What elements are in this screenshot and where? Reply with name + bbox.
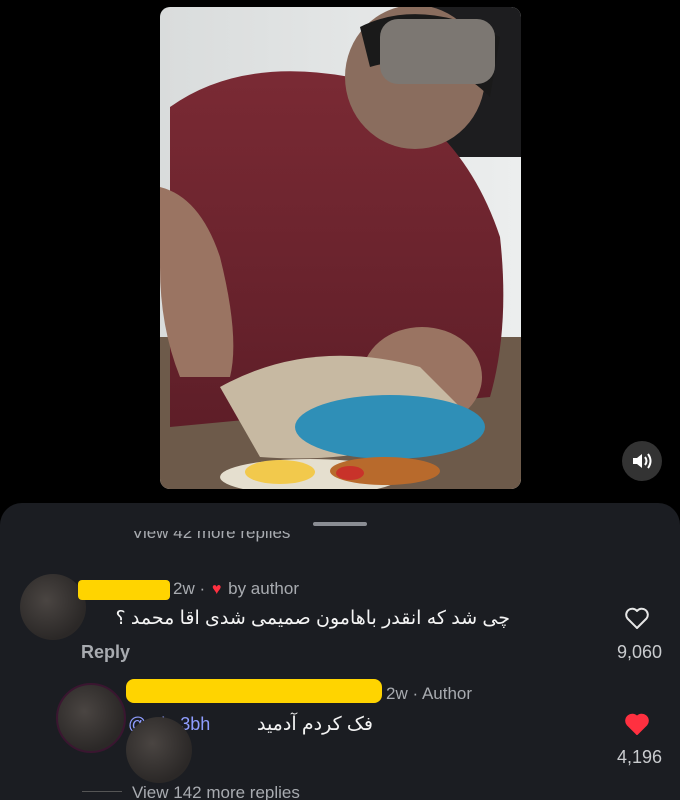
reply-text: فک کردم آدمید	[256, 714, 373, 735]
video-player[interactable]	[160, 7, 521, 489]
author-badge: Author	[421, 684, 473, 703]
comment-meta: 2w · ♥ by author	[173, 579, 299, 599]
commenter-name-redacted[interactable]	[78, 580, 170, 600]
comments-sheet: View 42 more replies 2w · ♥ by author چی…	[0, 503, 680, 800]
reply-time: 2w	[386, 684, 408, 703]
video-frame-image	[160, 7, 521, 489]
thread-line	[82, 791, 122, 792]
meta-separator: ·	[199, 579, 206, 598]
volume-icon	[633, 453, 652, 469]
liked-by-author: by author	[228, 579, 299, 598]
author-name-redacted[interactable]	[126, 679, 382, 703]
comment-text: چی شد که انقدر باهامون صمیمی شدی اقا محم…	[115, 608, 510, 629]
avatar-overlay	[126, 717, 192, 783]
heart-outline-icon[interactable]	[624, 606, 650, 630]
like-count: 9,060	[616, 642, 662, 662]
heart-filled-icon[interactable]	[624, 712, 650, 736]
view-more-replies-top[interactable]: View 42 more replies	[132, 531, 290, 543]
like-count: 4,196	[616, 747, 662, 767]
author-heart-icon: ♥	[211, 581, 222, 598]
mute-button[interactable]	[622, 441, 662, 481]
view-more-replies-bottom[interactable]: View 142 more replies	[132, 783, 300, 800]
comment-time: 2w	[173, 579, 195, 598]
meta-separator: ·	[412, 684, 419, 703]
reply-meta: 2w · Author	[386, 684, 472, 704]
author-avatar[interactable]	[56, 683, 126, 753]
reply-button[interactable]: Reply	[81, 642, 130, 663]
commenter-avatar[interactable]	[20, 574, 86, 640]
drag-handle[interactable]	[313, 522, 367, 526]
